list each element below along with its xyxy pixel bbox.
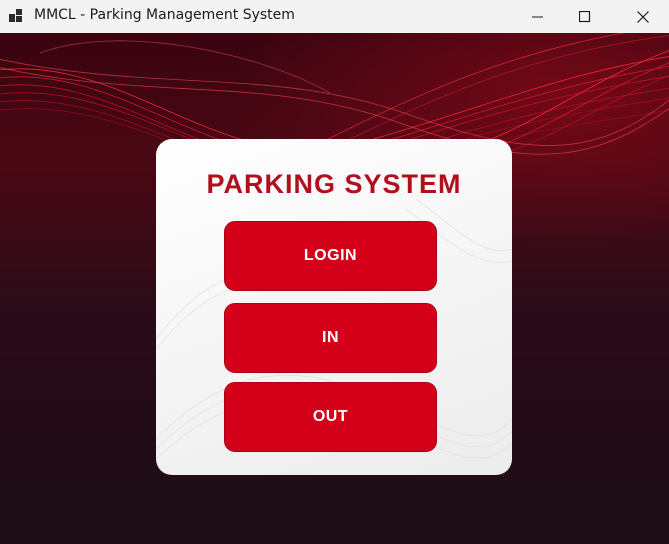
panel-title: PARKING SYSTEM bbox=[206, 169, 462, 199]
login-button[interactable]: LOGIN bbox=[224, 221, 437, 291]
window-title: MMCL - Parking Management System bbox=[34, 7, 295, 23]
out-button[interactable]: OUT bbox=[224, 382, 437, 452]
minimize-icon bbox=[532, 16, 543, 17]
title-bar[interactable]: MMCL - Parking Management System bbox=[0, 0, 669, 33]
close-button[interactable] bbox=[620, 0, 666, 33]
maximize-button[interactable] bbox=[562, 0, 608, 33]
close-icon bbox=[637, 10, 649, 23]
client-area: PARKING SYSTEM LOGIN IN OUT bbox=[0, 33, 669, 544]
app-window: MMCL - Parking Management System PARKING… bbox=[0, 0, 669, 544]
app-icon bbox=[9, 9, 25, 23]
in-button[interactable]: IN bbox=[224, 303, 437, 373]
maximize-icon bbox=[579, 10, 591, 22]
main-menu-panel: PARKING SYSTEM LOGIN IN OUT bbox=[156, 139, 512, 475]
minimize-button[interactable] bbox=[515, 0, 561, 33]
